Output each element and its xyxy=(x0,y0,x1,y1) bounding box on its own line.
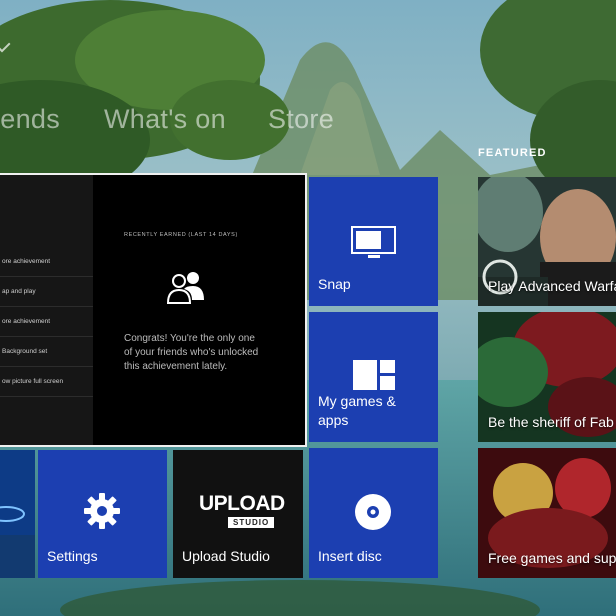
game-art-image xyxy=(0,450,35,578)
game-art-tile[interactable] xyxy=(0,450,35,578)
my-games-apps-label: My games & apps xyxy=(318,393,396,429)
featured-tile[interactable]: Play Advanced Warfare xyxy=(478,177,616,306)
featured-tile[interactable]: Be the sheriff of Fab xyxy=(478,312,616,442)
achievement-heading: RECENTLY EARNED (LAST 14 DAYS) xyxy=(124,232,238,238)
list-item[interactable]: Background set xyxy=(0,337,93,367)
list-item[interactable]: ore achievement xyxy=(0,307,93,337)
snap-icon xyxy=(351,226,397,265)
list-item-label: ow picture full screen xyxy=(2,378,64,385)
achievement-list: ore achievement ap and play ore achievem… xyxy=(0,175,93,445)
tab-friends[interactable]: iends xyxy=(0,104,60,135)
upload-studio-label: Upload Studio xyxy=(182,548,270,565)
tab-whats-on[interactable]: What's on xyxy=(104,104,226,135)
settings-tile[interactable]: Settings xyxy=(38,450,167,578)
upload-studio-tile[interactable]: UPLOAD STUDIO Upload Studio xyxy=(173,450,303,578)
grid-icon xyxy=(353,360,395,395)
settings-label: Settings xyxy=(47,548,98,565)
featured-tile[interactable]: Free games and sup xyxy=(478,448,616,578)
list-item[interactable]: ap and play xyxy=(0,277,93,307)
upload-logo: UPLOAD xyxy=(199,492,285,515)
friends-icon xyxy=(166,271,206,310)
insert-disc-label: Insert disc xyxy=(318,548,382,565)
list-item-label: ore achievement xyxy=(2,258,51,265)
list-item[interactable]: ore achievement xyxy=(0,247,93,277)
list-item-label: ap and play xyxy=(2,288,36,295)
list-item[interactable]: ow picture full screen xyxy=(0,367,93,397)
studio-badge: STUDIO xyxy=(228,517,275,528)
insert-disc-tile[interactable]: Insert disc xyxy=(309,448,438,578)
snap-tile[interactable]: Snap xyxy=(309,177,438,306)
featured-item-label: Be the sheriff of Fab xyxy=(488,414,614,430)
featured-item-label: Play Advanced Warfare xyxy=(488,278,616,294)
achievement-panel[interactable]: ore achievement ap and play ore achievem… xyxy=(0,173,307,447)
achievement-message: Congrats! You're the only one of your fr… xyxy=(124,333,259,372)
disc-icon xyxy=(354,493,392,536)
featured-item-label: Free games and sup xyxy=(488,550,616,566)
tab-store[interactable]: Store xyxy=(268,104,334,135)
snap-label: Snap xyxy=(318,276,351,293)
my-games-apps-tile[interactable]: My games & apps xyxy=(309,312,438,442)
list-item-label: Background set xyxy=(2,348,48,355)
list-item-label: ore achievement xyxy=(2,318,51,325)
gear-icon xyxy=(84,493,120,534)
featured-heading: FEATURED xyxy=(478,147,547,159)
